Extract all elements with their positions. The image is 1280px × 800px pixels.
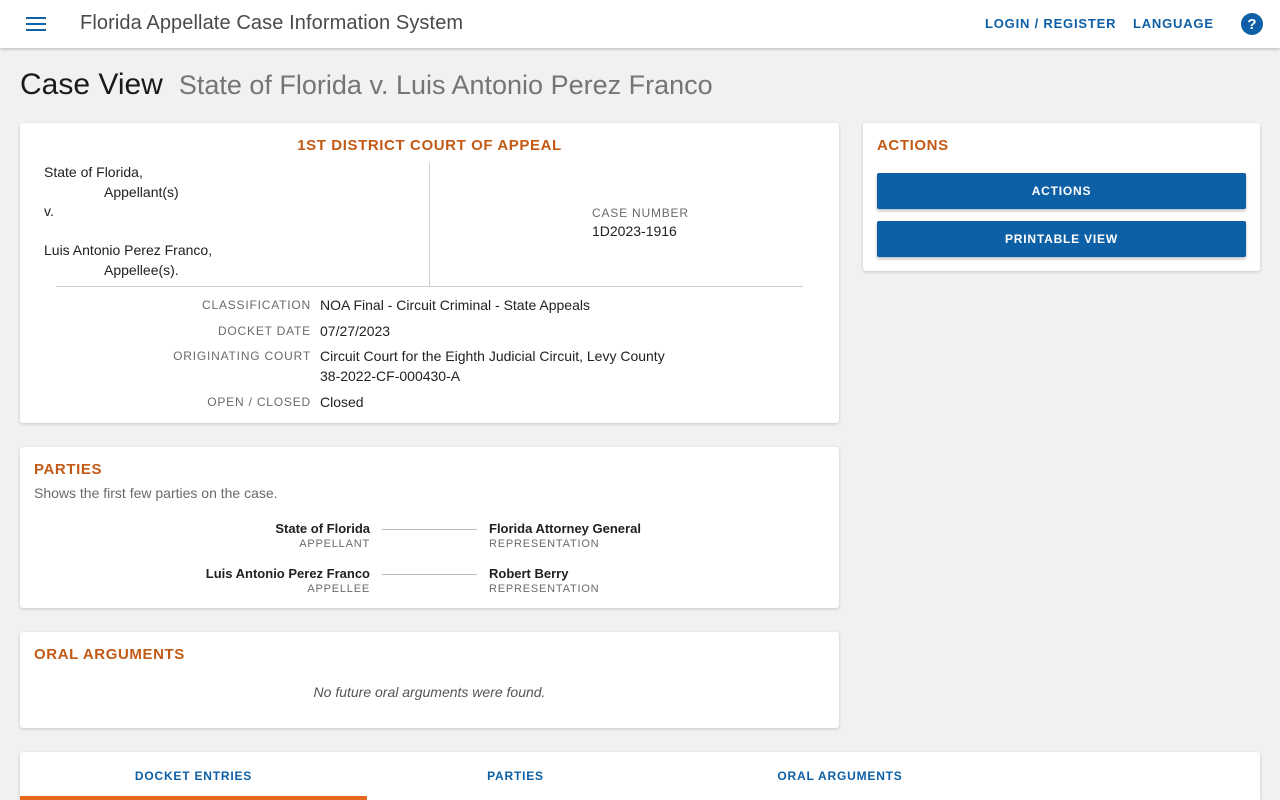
language-link[interactable]: LANGUAGE <box>1133 16 1214 31</box>
parties-card: PARTIES Shows the first few parties on t… <box>20 447 839 608</box>
page-heading: Case View State of Florida v. Luis Anton… <box>20 68 713 102</box>
parties-description: Shows the first few parties on the case. <box>34 485 278 501</box>
detail-label: CLASSIFICATION <box>202 298 311 312</box>
appellee-name: Luis Antonio Perez Franco, <box>44 242 213 258</box>
party-row: Luis Antonio Perez Franco APPELLEE Rober… <box>20 566 839 600</box>
tab-parties[interactable]: PARTIES <box>367 752 664 800</box>
detail-label: DOCKET DATE <box>217 324 311 338</box>
oral-arguments-empty-message: No future oral arguments were found. <box>313 684 546 700</box>
case-summary-card: 1ST DISTRICT COURT OF APPEAL State of Fl… <box>20 123 839 423</box>
appellant-name: State of Florida, <box>44 164 143 180</box>
party-role: APPELLANT <box>299 538 370 550</box>
case-style-subtitle: State of Florida v. Luis Antonio Perez F… <box>178 70 713 100</box>
detail-value: 07/27/2023 <box>320 323 391 339</box>
oral-arguments-title: ORAL ARGUMENTS <box>34 646 185 663</box>
top-app-bar: Florida Appellate Case Information Syste… <box>0 0 1280 48</box>
representative-role: REPRESENTATION <box>489 538 600 550</box>
representative-name: Florida Attorney General <box>489 521 641 536</box>
page-title: Case View <box>20 68 163 101</box>
case-number-label: CASE NUMBER <box>592 206 689 220</box>
actions-button[interactable]: ACTIONS <box>877 173 1246 209</box>
case-tabs: DOCKET ENTRIES PARTIES ORAL ARGUMENTS <box>20 752 1260 800</box>
party-connector <box>382 529 477 530</box>
appellant-role: Appellant(s) <box>104 183 179 200</box>
vertical-divider <box>429 163 430 286</box>
party-name: State of Florida <box>275 521 370 536</box>
tab-oral-arguments[interactable]: ORAL ARGUMENTS <box>664 752 1016 800</box>
case-number-value: 1D2023-1916 <box>592 223 677 239</box>
actions-title: ACTIONS <box>877 137 949 154</box>
detail-value-secondary: 38-2022-CF-000430-A <box>320 368 461 384</box>
versus-text: v. <box>44 203 54 219</box>
actions-card: ACTIONS ACTIONS PRINTABLE VIEW <box>863 123 1260 271</box>
oral-arguments-card: ORAL ARGUMENTS No future oral arguments … <box>20 632 839 728</box>
app-title: Florida Appellate Case Information Syste… <box>80 12 464 34</box>
printable-view-button[interactable]: PRINTABLE VIEW <box>877 221 1246 257</box>
case-style-block: State of Florida, Appellant(s) v. Luis A… <box>44 163 212 280</box>
party-name: Luis Antonio Perez Franco <box>205 566 370 581</box>
detail-value: NOA Final - Circuit Criminal - State App… <box>320 297 590 313</box>
horizontal-divider <box>56 286 803 287</box>
menu-icon[interactable] <box>22 12 50 36</box>
active-tab-indicator <box>20 796 367 800</box>
party-connector <box>382 574 477 575</box>
help-icon[interactable]: ? <box>1241 13 1263 35</box>
detail-value: Circuit Court for the Eighth Judicial Ci… <box>320 348 665 364</box>
detail-value: Closed <box>320 394 364 410</box>
parties-title: PARTIES <box>34 461 103 478</box>
detail-label: ORIGINATING COURT <box>173 349 311 363</box>
tab-docket-entries[interactable]: DOCKET ENTRIES <box>20 752 367 800</box>
representative-role: REPRESENTATION <box>489 583 600 595</box>
party-row: State of Florida APPELLANT Florida Attor… <box>20 521 839 555</box>
login-register-link[interactable]: LOGIN / REGISTER <box>985 16 1116 31</box>
appellee-role: Appellee(s). <box>104 261 179 278</box>
party-role: APPELLEE <box>307 583 370 595</box>
detail-label: OPEN / CLOSED <box>207 395 311 409</box>
court-name: 1ST DISTRICT COURT OF APPEAL <box>297 137 562 154</box>
representative-name: Robert Berry <box>489 566 569 581</box>
